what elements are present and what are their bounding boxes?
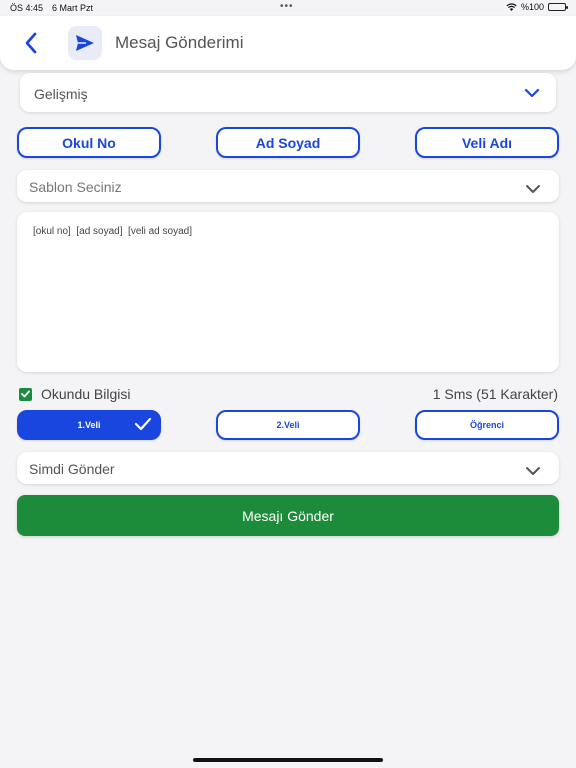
chevron-down-icon bbox=[526, 467, 540, 475]
chevron-down-icon bbox=[526, 185, 540, 193]
battery-icon bbox=[548, 3, 568, 11]
status-time: ÖS 4:45 bbox=[10, 3, 44, 13]
advanced-label: Gelişmiş bbox=[34, 86, 88, 102]
message-text: [okul no] [ad soyad] [veli ad soyad] bbox=[33, 226, 192, 237]
template-placeholder: Sablon Seciniz bbox=[29, 179, 122, 195]
sms-count: 1 Sms (51 Karakter) bbox=[432, 386, 558, 402]
header-icon-box bbox=[68, 26, 102, 60]
multitask-dots-icon[interactable]: ••• bbox=[280, 1, 294, 12]
recipient-ogrenci-button[interactable]: Öğrenci bbox=[415, 410, 559, 440]
status-date: 6 Mart Pzt bbox=[52, 3, 94, 13]
checkmark-icon bbox=[21, 390, 30, 398]
recipient-veli1-label: 1.Veli bbox=[77, 420, 101, 430]
status-bar: ÖS 4:45 6 Mart Pzt ••• %100 bbox=[0, 0, 576, 16]
template-dropdown[interactable]: Sablon Seciniz bbox=[17, 170, 559, 202]
send-message-button[interactable]: Mesajı Gönder bbox=[17, 495, 559, 536]
read-receipt-label: Okundu Bilgisi bbox=[41, 386, 131, 402]
recipient-veli1-button[interactable]: 1.Veli bbox=[17, 410, 161, 440]
app-header: Mesaj Gönderimi bbox=[0, 16, 576, 70]
insert-veli-adi-button[interactable]: Veli Adı bbox=[415, 127, 559, 158]
read-receipt-checkbox[interactable] bbox=[19, 387, 32, 401]
insert-ad-soyad-button[interactable]: Ad Soyad bbox=[216, 127, 360, 158]
recipient-veli2-label: 2.Veli bbox=[276, 420, 300, 430]
insert-okul-no-button[interactable]: Okul No bbox=[17, 127, 161, 158]
battery-percent: %100 bbox=[520, 2, 544, 12]
back-button[interactable] bbox=[18, 30, 44, 56]
chevron-left-icon bbox=[25, 32, 37, 54]
chevron-down-icon bbox=[524, 88, 540, 98]
schedule-dropdown[interactable]: Simdi Gönder bbox=[17, 452, 559, 484]
send-icon bbox=[76, 35, 94, 51]
schedule-value: Simdi Gönder bbox=[29, 461, 115, 477]
home-indicator[interactable] bbox=[193, 758, 383, 762]
recipient-ogrenci-label: Öğrenci bbox=[469, 420, 504, 430]
message-textarea[interactable]: [okul no] [ad soyad] [veli ad soyad] bbox=[17, 212, 559, 372]
wifi-icon bbox=[506, 3, 517, 11]
advanced-dropdown[interactable]: Gelişmiş bbox=[20, 73, 556, 112]
recipient-veli2-button[interactable]: 2.Veli bbox=[216, 410, 360, 440]
page-title: Mesaj Gönderimi bbox=[115, 33, 244, 52]
read-receipt-row[interactable]: Okundu Bilgisi bbox=[19, 386, 131, 402]
checkmark-icon bbox=[134, 417, 152, 431]
status-right: %100 bbox=[506, 2, 568, 12]
